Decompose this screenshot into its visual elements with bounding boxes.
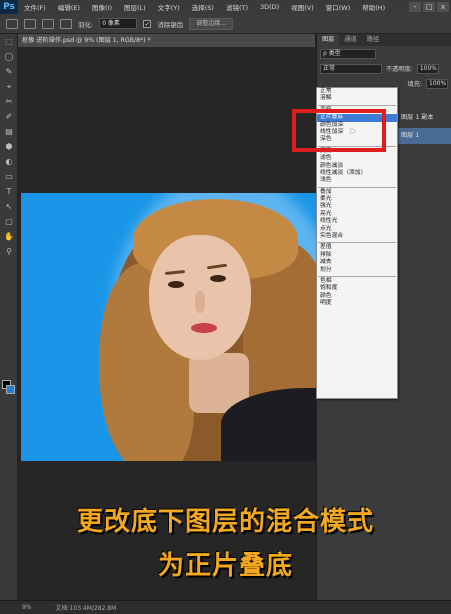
blend-overlay[interactable]: 叠加 xyxy=(317,189,397,196)
menu-separator xyxy=(317,185,397,189)
menu-file[interactable]: 文件(F) xyxy=(18,2,52,12)
document-tab[interactable]: 抠像 进阶操作.psd @ 9% (图层 1, RGB/8*) * xyxy=(18,34,316,47)
shape-tool-icon[interactable]: ▢ xyxy=(0,214,18,229)
menu-window[interactable]: 窗口(W) xyxy=(320,2,357,12)
blend-hard-light[interactable]: 强光 xyxy=(317,203,397,210)
tab-channels[interactable]: 通道 xyxy=(339,34,361,46)
marquee-tool-icon[interactable]: ⬚ xyxy=(0,34,18,49)
opacity-label: 不透明度: xyxy=(386,66,413,73)
blend-subtract[interactable]: 减去 xyxy=(317,259,397,266)
new-selection-icon[interactable] xyxy=(24,18,36,29)
tab-layers[interactable]: 图层 xyxy=(317,34,340,46)
annotation-highlight-box xyxy=(292,109,386,152)
menu-type[interactable]: 文字(Y) xyxy=(152,2,186,12)
status-bar: 9% 文档:103.4M/282.8M xyxy=(0,600,451,614)
menu-help[interactable]: 帮助(H) xyxy=(356,2,391,12)
background-color-swatch[interactable] xyxy=(6,385,15,394)
blend-hard-mix[interactable]: 实色混合 xyxy=(317,233,397,240)
menu-bar: Ps 文件(F) 编辑(E) 图像(I) 图层(L) 文字(Y) 选择(S) 滤… xyxy=(0,0,451,14)
feather-input[interactable]: 0 像素 xyxy=(99,18,138,29)
blend-screen[interactable]: 滤色 xyxy=(317,155,397,162)
antialias-checkbox[interactable]: ✓ xyxy=(143,19,152,28)
blend-divide[interactable]: 划分 xyxy=(317,267,397,274)
stamp-tool-icon[interactable]: ▤ xyxy=(0,124,18,139)
type-tool-icon[interactable]: T xyxy=(0,184,18,199)
feather-label: 羽化: xyxy=(78,20,94,29)
fill-input[interactable]: 100% xyxy=(426,78,448,89)
left-eye xyxy=(168,281,184,288)
close-button[interactable]: x xyxy=(437,2,449,12)
mouse-cursor-icon: ➤ xyxy=(349,127,357,137)
layer-kind-select[interactable]: ρ 类型 xyxy=(320,48,376,59)
panel-tabs: 图层 通道 路径 xyxy=(317,34,451,46)
options-bar: 羽化: 0 像素 ✓ 消除锯齿 调整边缘... xyxy=(0,14,451,34)
document-size: 文档:103.4M/282.8M xyxy=(55,605,117,612)
menu-edit[interactable]: 编辑(E) xyxy=(52,2,86,12)
lips xyxy=(191,323,217,333)
path-select-tool-icon[interactable]: ↖ xyxy=(0,199,18,214)
blend-lighter-color[interactable]: 浅色 xyxy=(317,177,397,184)
blend-difference[interactable]: 差值 xyxy=(317,244,397,251)
lasso-tool-icon[interactable] xyxy=(6,18,18,29)
add-selection-icon[interactable] xyxy=(42,18,54,29)
blend-mode-select[interactable]: 正常 xyxy=(320,63,382,74)
brush-tool-icon[interactable]: ✐ xyxy=(0,109,18,124)
menu-filter[interactable]: 滤镜(T) xyxy=(220,2,254,12)
nose xyxy=(195,291,205,313)
menu-select[interactable]: 选择(S) xyxy=(186,2,220,12)
dodge-tool-icon[interactable]: ◐ xyxy=(0,154,18,169)
right-eye xyxy=(210,275,226,282)
zoom-level[interactable]: 9% xyxy=(22,604,32,611)
menu-view[interactable]: 视图(V) xyxy=(285,2,320,12)
menu-image[interactable]: 图像(I) xyxy=(86,2,118,12)
blend-linear-light[interactable]: 线性光 xyxy=(317,218,397,225)
blend-luminosity[interactable]: 明度 xyxy=(317,300,397,307)
caption-line-2: 为正片叠底 xyxy=(157,551,293,581)
window-controls: - □ x xyxy=(409,2,451,12)
hand-tool-icon[interactable]: ✋ xyxy=(0,229,18,244)
caption-line-1: 更改底下图层的混合模式 xyxy=(76,507,374,537)
subtract-selection-icon[interactable] xyxy=(60,18,72,29)
menu-separator xyxy=(317,274,397,278)
refine-edge-button[interactable]: 调整边缘... xyxy=(189,17,233,30)
blend-pin-light[interactable]: 点光 xyxy=(317,226,397,233)
menu-separator xyxy=(317,240,397,244)
zoom-tool-icon[interactable]: ⚲ xyxy=(0,244,18,259)
blend-row: 正常 不透明度: 100% xyxy=(317,61,451,76)
menu-layer[interactable]: 图层(L) xyxy=(118,2,152,12)
menu-separator xyxy=(317,103,397,107)
eraser-tool-icon[interactable]: ⬢ xyxy=(0,139,18,154)
menu-3d[interactable]: 3D(D) xyxy=(254,3,285,11)
minimize-button[interactable]: - xyxy=(409,2,421,12)
tutorial-caption: 更改底下图层的混合模式 为正片叠底 xyxy=(0,500,451,588)
blend-saturation[interactable]: 饱和度 xyxy=(317,285,397,292)
blend-dissolve[interactable]: 溶解 xyxy=(317,95,397,102)
antialias-label: 消除锯齿 xyxy=(157,20,184,29)
pen-tool-icon[interactable]: ▭ xyxy=(0,169,18,184)
maximize-button[interactable]: □ xyxy=(423,2,435,12)
ellipse-tool-icon[interactable]: ◯ xyxy=(0,49,18,64)
fill-label: 填充: xyxy=(407,81,422,88)
opacity-input[interactable]: 100% xyxy=(416,63,439,74)
layer-filter-row: ρ 类型 xyxy=(317,46,451,61)
lasso-tool-icon[interactable]: ✎ xyxy=(0,64,18,79)
tab-paths[interactable]: 路径 xyxy=(362,34,384,46)
quick-select-tool-icon[interactable]: ⌖ xyxy=(0,79,18,94)
crop-tool-icon[interactable]: ✂ xyxy=(0,94,18,109)
photoshop-logo: Ps xyxy=(0,0,18,14)
blend-color-dodge[interactable]: 颜色减淡 xyxy=(317,163,397,170)
